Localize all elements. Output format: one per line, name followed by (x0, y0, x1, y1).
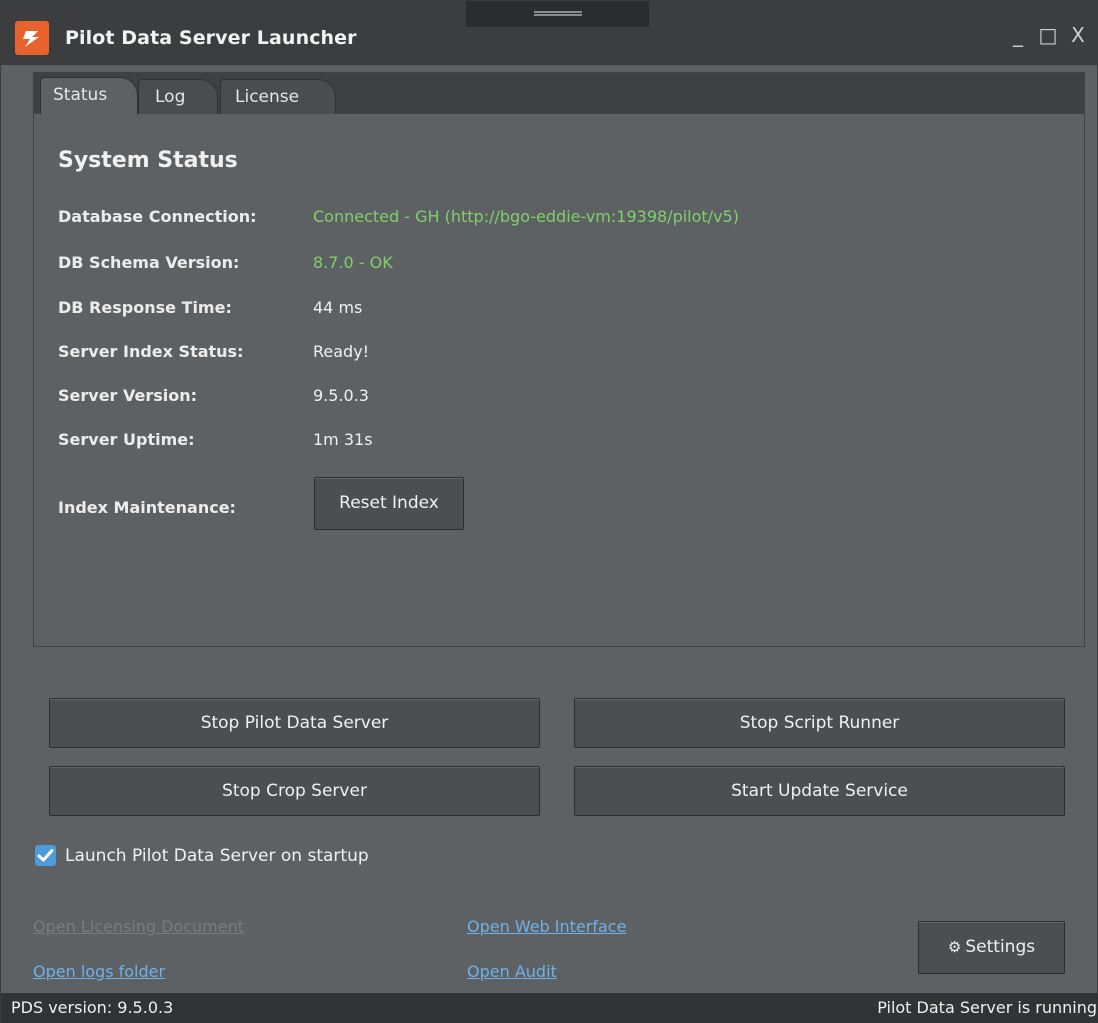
tabs-panel: License Log Status System Status Databas… (33, 72, 1085, 647)
open-audit-link[interactable]: Open Audit (467, 962, 557, 981)
db-response-label: DB Response Time: (58, 298, 232, 317)
settings-button-label: Settings (965, 937, 1036, 957)
app-logo-icon (15, 21, 49, 55)
server-uptime-label: Server Uptime: (58, 430, 195, 449)
start-update-service-button[interactable]: Start Update Service (574, 766, 1065, 816)
index-status-value: Ready! (313, 342, 370, 361)
status-content: System Status Database Connection: Conne… (34, 114, 1084, 646)
launch-on-startup-checkbox[interactable] (35, 845, 56, 866)
server-version-label: Server Version: (58, 386, 198, 405)
stop-crop-server-button[interactable]: Stop Crop Server (49, 766, 540, 816)
minimize-icon[interactable]: _ (1007, 23, 1029, 47)
index-maintenance-label: Index Maintenance: (58, 498, 236, 517)
section-title: System Status (58, 148, 238, 173)
index-status-label: Server Index Status: (58, 342, 244, 361)
open-web-interface-link[interactable]: Open Web Interface (467, 917, 626, 936)
status-bar: PDS version: 9.5.0.3 Pilot Data Server i… (1, 993, 1098, 1023)
open-logs-folder-link[interactable]: Open logs folder (33, 962, 165, 981)
app-title: Pilot Data Server Launcher (65, 27, 357, 49)
close-icon[interactable]: X (1067, 23, 1089, 47)
db-schema-label: DB Schema Version: (58, 253, 240, 272)
maximize-icon[interactable]: □ (1037, 23, 1059, 47)
launch-on-startup-label[interactable]: Launch Pilot Data Server on startup (65, 846, 369, 866)
reset-index-button[interactable]: Reset Index (314, 477, 464, 530)
launch-on-startup-row[interactable]: Launch Pilot Data Server on startup (35, 845, 369, 866)
grip-icon (534, 11, 582, 16)
pds-version-text: PDS version: 9.5.0.3 (11, 998, 174, 1017)
stop-script-runner-button[interactable]: Stop Script Runner (574, 698, 1065, 748)
db-response-value: 44 ms (313, 298, 363, 317)
launcher-window: Pilot Data Server Launcher _ □ X License… (0, 0, 1098, 1023)
db-connection-value: Connected - GH (http://bgo-eddie-vm:1939… (313, 207, 739, 226)
gear-icon: ⚙ (947, 938, 962, 956)
db-schema-value: 8.7.0 - OK (313, 253, 393, 272)
server-version-value: 9.5.0.3 (313, 386, 369, 405)
checkmark-icon (37, 849, 54, 862)
tab-status[interactable]: Status (40, 77, 138, 115)
open-licensing-document-link: Open Licensing Document (33, 917, 245, 936)
settings-button[interactable]: ⚙ Settings (918, 921, 1065, 974)
drag-handle[interactable] (466, 1, 649, 27)
window-controls: _ □ X (1007, 23, 1089, 47)
tab-license[interactable]: License (220, 79, 336, 114)
title-bar[interactable]: Pilot Data Server Launcher _ □ X (1, 1, 1098, 65)
tab-bar: License Log Status (34, 73, 1084, 115)
db-connection-label: Database Connection: (58, 207, 257, 226)
server-uptime-value: 1m 31s (313, 430, 373, 449)
server-state-text: Pilot Data Server is running (877, 998, 1097, 1017)
stop-pilot-data-server-button[interactable]: Stop Pilot Data Server (49, 698, 540, 748)
tab-log[interactable]: Log (138, 79, 218, 114)
